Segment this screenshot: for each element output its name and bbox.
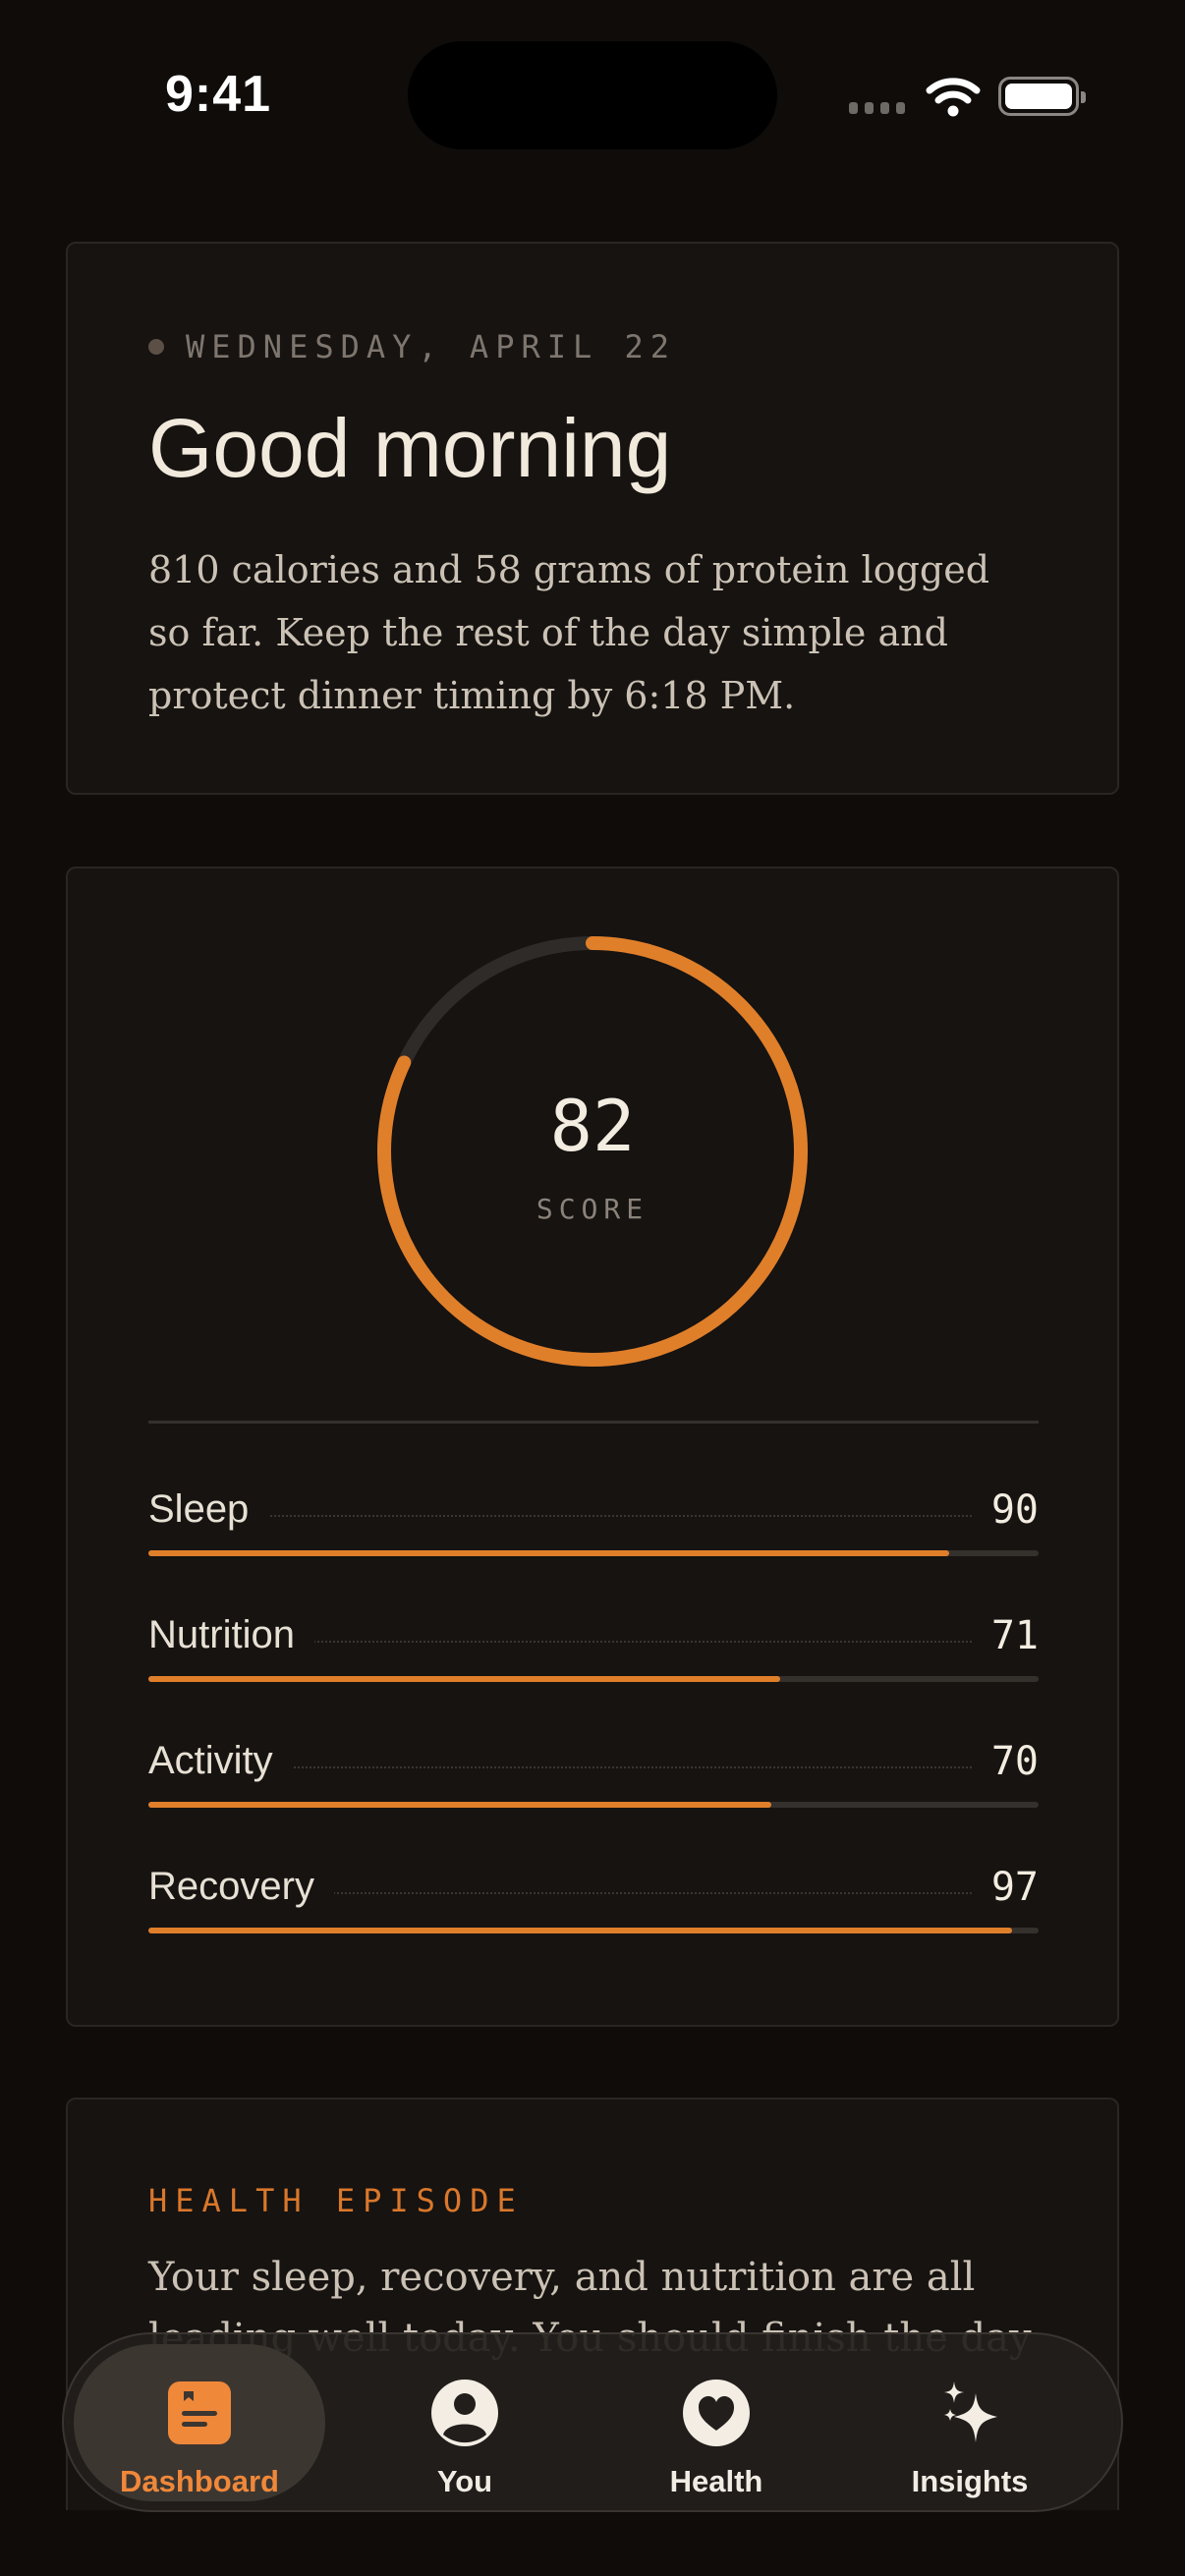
metric-bar bbox=[148, 1928, 1012, 1933]
metric-recovery[interactable]: Recovery 97 bbox=[148, 1865, 1039, 1963]
metric-value: 90 bbox=[971, 1487, 1039, 1533]
sparkles-icon bbox=[944, 2381, 997, 2442]
heart-icon bbox=[683, 2380, 750, 2446]
metric-sleep[interactable]: Sleep 90 bbox=[148, 1487, 1039, 1586]
tab-bar: Dashboard You Health Insights bbox=[62, 2332, 1123, 2512]
tab-health[interactable]: Health bbox=[591, 2344, 842, 2501]
metric-label: Nutrition bbox=[148, 1613, 314, 1657]
score-label: SCORE bbox=[536, 1193, 649, 1225]
greeting-title: Good morning bbox=[148, 402, 672, 494]
tab-you[interactable]: You bbox=[339, 2344, 591, 2501]
tab-label: Dashboard bbox=[120, 2464, 279, 2498]
metric-track bbox=[148, 1550, 1039, 1556]
dashboard-icon bbox=[168, 2381, 231, 2444]
date-dot-icon bbox=[148, 339, 164, 355]
score-card[interactable]: 82 SCORE Sleep 90 Nutrition 71 Activity … bbox=[66, 867, 1119, 2027]
dynamic-island bbox=[408, 41, 777, 149]
date-row: WEDNESDAY, APRIL 22 bbox=[148, 328, 676, 365]
metric-label: Sleep bbox=[148, 1487, 269, 1532]
battery-icon bbox=[998, 77, 1086, 116]
tab-label: You bbox=[436, 2464, 493, 2498]
tab-dashboard[interactable]: Dashboard bbox=[74, 2344, 325, 2501]
cellular-signal-icon bbox=[849, 102, 908, 116]
tab-insights[interactable]: Insights bbox=[844, 2344, 1096, 2501]
metric-track bbox=[148, 1802, 1039, 1808]
greeting-card: WEDNESDAY, APRIL 22 Good morning 810 cal… bbox=[66, 242, 1119, 795]
metric-nutrition[interactable]: Nutrition 71 bbox=[148, 1613, 1039, 1711]
score-value: 82 bbox=[549, 1085, 636, 1167]
metric-label: Recovery bbox=[148, 1865, 334, 1909]
metric-value: 70 bbox=[971, 1739, 1039, 1784]
metric-track bbox=[148, 1928, 1039, 1933]
metric-bar bbox=[148, 1802, 772, 1808]
metric-bar bbox=[148, 1550, 950, 1556]
metric-track bbox=[148, 1676, 1039, 1682]
tab-label: Insights bbox=[911, 2464, 1029, 2498]
leader-dots bbox=[148, 1515, 980, 1517]
tab-label: Health bbox=[669, 2464, 763, 2498]
metric-value: 71 bbox=[971, 1613, 1039, 1658]
episode-title: HEALTH EPISODE bbox=[148, 2182, 524, 2219]
metric-activity[interactable]: Activity 70 bbox=[148, 1739, 1039, 1837]
metric-bar bbox=[148, 1676, 781, 1682]
score-divider bbox=[148, 1421, 1039, 1424]
metric-label: Activity bbox=[148, 1739, 293, 1783]
status-bar: 9:41 bbox=[0, 0, 1185, 196]
wifi-icon bbox=[926, 78, 981, 117]
date-label: WEDNESDAY, APRIL 22 bbox=[186, 328, 677, 365]
status-time: 9:41 bbox=[165, 66, 272, 123]
greeting-summary: 810 calories and 58 grams of protein log… bbox=[148, 548, 990, 717]
metric-value: 97 bbox=[971, 1865, 1039, 1910]
person-icon bbox=[431, 2380, 498, 2446]
